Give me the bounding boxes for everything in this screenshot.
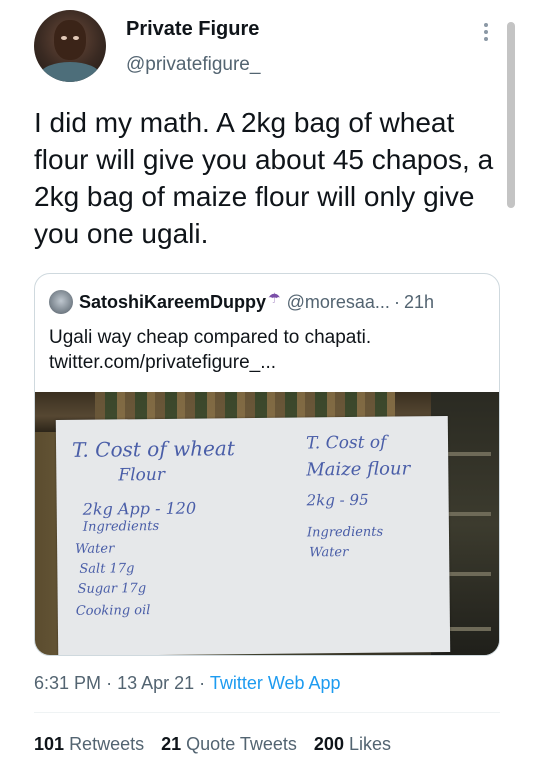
tweet-time[interactable]: 6:31 PM — [34, 673, 101, 693]
note-right-title: T. Cost of — [305, 432, 387, 454]
quote-tweets-label: Quote Tweets — [186, 734, 297, 754]
engagement-stats: 101 Retweets 21 Quote Tweets 200 Likes — [34, 734, 403, 755]
retweets-count: 101 — [34, 734, 65, 754]
note-right-ingredients: Ingredients — [306, 524, 384, 541]
quote-tweets-count: 21 — [161, 734, 182, 754]
likes-stat[interactable]: 200 Likes — [314, 734, 391, 754]
quoted-time[interactable]: 21h — [404, 292, 434, 313]
avatar-face — [54, 20, 86, 60]
author-handle[interactable]: @privatefigure_ — [126, 54, 260, 76]
avatar-eye-right — [73, 36, 79, 40]
retweets-label: Retweets — [69, 734, 145, 754]
note-left-item-2: Sugar 17g — [77, 581, 147, 597]
quoted-text-line-1: Ugali way cheap compared to chapati. — [49, 327, 372, 348]
note-left-item-0: Water — [75, 541, 115, 557]
quoted-avatar[interactable] — [49, 290, 73, 314]
quoted-tweet[interactable]: SatoshiKareemDuppy ☂ @moresaa... · 21h U… — [34, 273, 500, 656]
quoted-tweet-header: SatoshiKareemDuppy ☂ @moresaa... · 21h — [49, 288, 434, 316]
quoted-tweet-image[interactable]: T. Cost of wheat Flour 2kg App - 120 Ing… — [35, 392, 499, 655]
meta-dot-1: · — [106, 673, 113, 693]
note-left-price: 2kg App - 120 — [82, 498, 197, 519]
quoted-author-name[interactable]: SatoshiKareemDuppy — [79, 292, 266, 313]
divider — [34, 712, 500, 713]
quoted-link[interactable]: twitter.com/privatefigure_... — [49, 350, 489, 375]
note-right-item-0: Water — [309, 545, 349, 561]
avatar-eye-left — [61, 36, 67, 40]
retweets-stat[interactable]: 101 Retweets — [34, 734, 144, 754]
note-right-price: 2kg - 95 — [306, 490, 369, 510]
note-left-item-3: Cooking oil — [75, 603, 151, 619]
quoted-author-handle[interactable]: @moresaa... — [287, 292, 390, 313]
author-name[interactable]: Private Figure — [126, 18, 259, 41]
avatar-shirt — [40, 62, 100, 82]
quoted-tweet-text: Ugali way cheap compared to chapati. twi… — [49, 325, 489, 375]
tweet-timestamp: 6:31 PM · 13 Apr 21 · Twitter Web App — [34, 673, 341, 694]
tweet-source-link[interactable]: Twitter Web App — [210, 673, 341, 693]
note-left-ingredients: Ingredients — [82, 518, 160, 535]
note-left-subtitle: Flour — [118, 464, 166, 486]
note-left-title: T. Cost of wheat — [71, 436, 235, 462]
quote-tweets-stat[interactable]: 21 Quote Tweets — [161, 734, 297, 754]
likes-label: Likes — [348, 734, 392, 754]
note-right-subtitle: Maize flour — [306, 458, 411, 481]
likes-count: 200 — [313, 734, 344, 754]
tweet-date[interactable]: 13 Apr 21 — [117, 673, 194, 693]
note-left-item-1: Salt 17g — [79, 561, 135, 577]
meta-dot-2: · — [199, 673, 206, 693]
quoted-separator: · — [393, 291, 400, 312]
tweet-text: I did my math. A 2kg bag of wheat flour … — [34, 107, 494, 249]
avatar[interactable] — [34, 10, 106, 82]
more-options-icon[interactable] — [478, 20, 494, 44]
scrollbar[interactable] — [507, 22, 515, 208]
handwritten-note: T. Cost of wheat Flour 2kg App - 120 Ing… — [55, 415, 451, 655]
umbrella-icon: ☂ — [268, 289, 281, 306]
